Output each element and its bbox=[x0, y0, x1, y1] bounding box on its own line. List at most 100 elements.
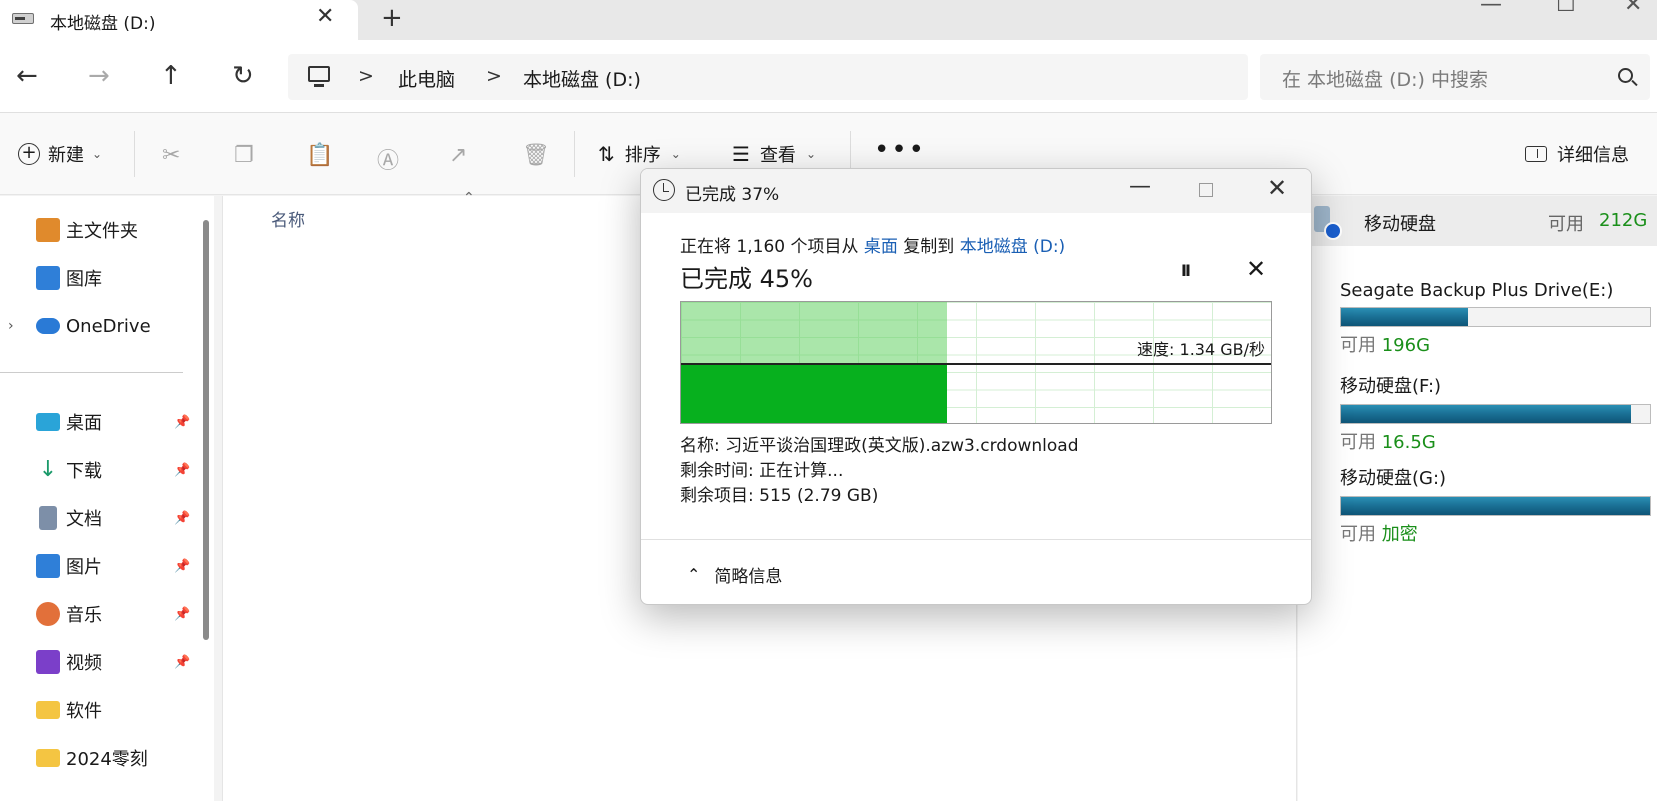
capacity-bar-fill bbox=[1341, 308, 1468, 326]
sidebar-item-desktop[interactable]: 桌面 📌 bbox=[0, 402, 200, 442]
drive-free-space: 可用 加密 bbox=[1340, 520, 1651, 546]
sidebar-item-home[interactable]: 主文件夹 bbox=[0, 210, 200, 250]
less-details-button[interactable]: ⌃ 简略信息 bbox=[687, 562, 782, 587]
breadcrumb-drive-d[interactable]: 本地磁盘 (D:) bbox=[523, 65, 641, 92]
pin-icon[interactable]: 📌 bbox=[174, 415, 190, 430]
tab-close-icon[interactable]: ✕ bbox=[316, 4, 334, 29]
share-icon[interactable]: ↗ bbox=[449, 143, 467, 168]
breadcrumb-this-pc[interactable]: 此电脑 bbox=[398, 65, 455, 92]
sidebar-item-2024[interactable]: 2024零刻 bbox=[0, 738, 200, 778]
free-label: 可用 bbox=[1340, 335, 1376, 356]
speed-label: 速度: 1.34 GB/秒 bbox=[1137, 340, 1265, 359]
chevron-down-icon: ⌄ bbox=[92, 147, 103, 161]
computer-icon bbox=[308, 66, 330, 87]
pin-icon[interactable]: 📌 bbox=[174, 607, 190, 622]
folder-icon bbox=[36, 749, 60, 767]
copy-prefix: 正在将 1,160 个项目从 bbox=[680, 237, 864, 257]
details-pane-icon bbox=[1525, 146, 1547, 162]
sidebar-scrollbar[interactable] bbox=[203, 220, 209, 640]
pin-icon[interactable]: 📌 bbox=[174, 655, 190, 670]
chevron-down-icon: ⌄ bbox=[670, 147, 681, 161]
search-box[interactable]: 在 本地磁盘 (D:) 中搜索 bbox=[1260, 54, 1650, 100]
source-link[interactable]: 桌面 bbox=[864, 237, 898, 257]
sidebar-item-music[interactable]: 音乐 📌 bbox=[0, 594, 200, 634]
sidebar-item-pictures[interactable]: 图片 📌 bbox=[0, 546, 200, 586]
dialog-minimize-button[interactable]: — bbox=[1129, 174, 1151, 199]
drive-g[interactable]: 移动硬盘(G:) 可用 加密 bbox=[1340, 464, 1651, 546]
more-options-button[interactable]: ••• bbox=[874, 135, 926, 165]
search-input[interactable]: 在 本地磁盘 (D:) 中搜索 bbox=[1282, 65, 1488, 92]
address-bar[interactable]: > 此电脑 > 本地磁盘 (D:) bbox=[288, 54, 1248, 100]
dialog-close-button[interactable]: ✕ bbox=[1267, 174, 1287, 202]
details-label: 详细信息 bbox=[1557, 145, 1629, 166]
dialog-title-bar: 已完成 37% — ✕ bbox=[641, 169, 1311, 213]
details-header: 移动硬盘 可用 212G bbox=[1298, 196, 1657, 246]
sort-button[interactable]: ⇅ 排序 ⌄ bbox=[598, 141, 681, 167]
sort-ascending-icon[interactable]: ⌃ bbox=[463, 190, 475, 206]
free-label: 可用 bbox=[1340, 524, 1376, 545]
refresh-button[interactable]: ↻ bbox=[232, 62, 254, 90]
tab-title: 本地磁盘 (D:) bbox=[50, 14, 156, 34]
sidebar-item-label: 下载 bbox=[66, 461, 102, 482]
capacity-bar-fill bbox=[1341, 497, 1650, 515]
speed-graph: 速度: 1.34 GB/秒 bbox=[680, 301, 1272, 424]
details-title: 移动硬盘 bbox=[1364, 214, 1436, 235]
cut-icon[interactable]: ✂ bbox=[162, 143, 180, 168]
minimize-button[interactable]: — bbox=[1480, 0, 1502, 17]
breadcrumb-separator[interactable]: > bbox=[358, 65, 374, 87]
sidebar-item-videos[interactable]: 视频 📌 bbox=[0, 642, 200, 682]
new-button[interactable]: + 新建 ⌄ bbox=[18, 141, 102, 167]
dialog-maximize-button[interactable] bbox=[1199, 183, 1213, 197]
back-button[interactable]: ← bbox=[16, 62, 38, 90]
copy-icon[interactable]: ❐ bbox=[234, 143, 254, 168]
pin-icon[interactable]: 📌 bbox=[174, 511, 190, 526]
file-name: 名称: 习近平谈治国理政(英文版).azw3.crdownload bbox=[680, 436, 1079, 456]
capacity-bar bbox=[1340, 307, 1651, 327]
dialog-title: 已完成 37% bbox=[685, 185, 780, 205]
chevron-down-icon: ⌄ bbox=[805, 147, 816, 161]
copy-description: 正在将 1,160 个项目从 桌面 复制到 本地磁盘 (D:) bbox=[680, 232, 1065, 257]
tab-active[interactable]: 本地磁盘 (D:) ✕ bbox=[0, 0, 358, 40]
destination-link[interactable]: 本地磁盘 (D:) bbox=[960, 237, 1066, 257]
copy-progress-dialog: 已完成 37% — ✕ 正在将 1,160 个项目从 桌面 复制到 本地磁盘 (… bbox=[640, 168, 1312, 605]
items-remaining: 剩余项目: 515 (2.79 GB) bbox=[680, 486, 879, 506]
forward-button[interactable]: → bbox=[88, 62, 110, 90]
cancel-copy-button[interactable]: ✕ bbox=[1246, 255, 1266, 283]
view-button[interactable]: ☰ 查看 ⌄ bbox=[732, 141, 816, 167]
home-icon bbox=[36, 218, 60, 242]
delete-icon[interactable]: 🗑 bbox=[522, 143, 550, 168]
search-icon[interactable] bbox=[1618, 68, 1633, 83]
rename-icon[interactable]: Ⓐ bbox=[377, 143, 399, 175]
drive-f[interactable]: 移动硬盘(F:) 可用 16.5G bbox=[1340, 372, 1651, 454]
folder-icon bbox=[36, 701, 60, 719]
breadcrumb-separator[interactable]: > bbox=[486, 65, 502, 87]
pin-icon[interactable]: 📌 bbox=[174, 463, 190, 478]
sidebar-item-gallery[interactable]: 图库 bbox=[0, 258, 200, 298]
sidebar-item-documents[interactable]: 文档 📌 bbox=[0, 498, 200, 538]
sidebar-item-label: 音乐 bbox=[66, 605, 102, 626]
up-button[interactable]: ↑ bbox=[160, 62, 182, 90]
details-pane-button[interactable]: 详细信息 bbox=[1525, 141, 1629, 167]
new-label: 新建 bbox=[48, 145, 84, 166]
pause-button[interactable]: II bbox=[1181, 261, 1191, 280]
sort-label: 排序 bbox=[624, 145, 661, 166]
document-icon bbox=[39, 506, 57, 530]
dialog-divider bbox=[641, 539, 1311, 540]
drive-free-space: 可用 196G bbox=[1340, 331, 1651, 357]
pin-icon[interactable]: 📌 bbox=[174, 559, 190, 574]
sidebar-item-label: 主文件夹 bbox=[66, 221, 138, 242]
drive-e[interactable]: Seagate Backup Plus Drive(E:) 可用 196G bbox=[1340, 280, 1651, 357]
sidebar-item-label: 软件 bbox=[66, 701, 102, 722]
sidebar-item-software[interactable]: 软件 bbox=[0, 690, 200, 730]
paste-icon[interactable]: 📋 bbox=[306, 143, 333, 168]
cloud-icon bbox=[36, 318, 60, 334]
drive-name: 移动硬盘(F:) bbox=[1340, 376, 1442, 397]
progress-percent: 已完成 45% bbox=[680, 265, 813, 293]
new-tab-button[interactable]: + bbox=[381, 3, 403, 33]
sidebar-item-downloads[interactable]: ↓ 下载 📌 bbox=[0, 450, 200, 490]
close-window-button[interactable]: ✕ bbox=[1624, 0, 1642, 17]
chevron-right-icon[interactable]: › bbox=[8, 318, 14, 334]
maximize-button[interactable]: ☐ bbox=[1556, 0, 1576, 17]
sidebar-item-onedrive[interactable]: › OneDrive bbox=[0, 306, 200, 346]
column-header-name[interactable]: 名称 bbox=[271, 206, 305, 231]
